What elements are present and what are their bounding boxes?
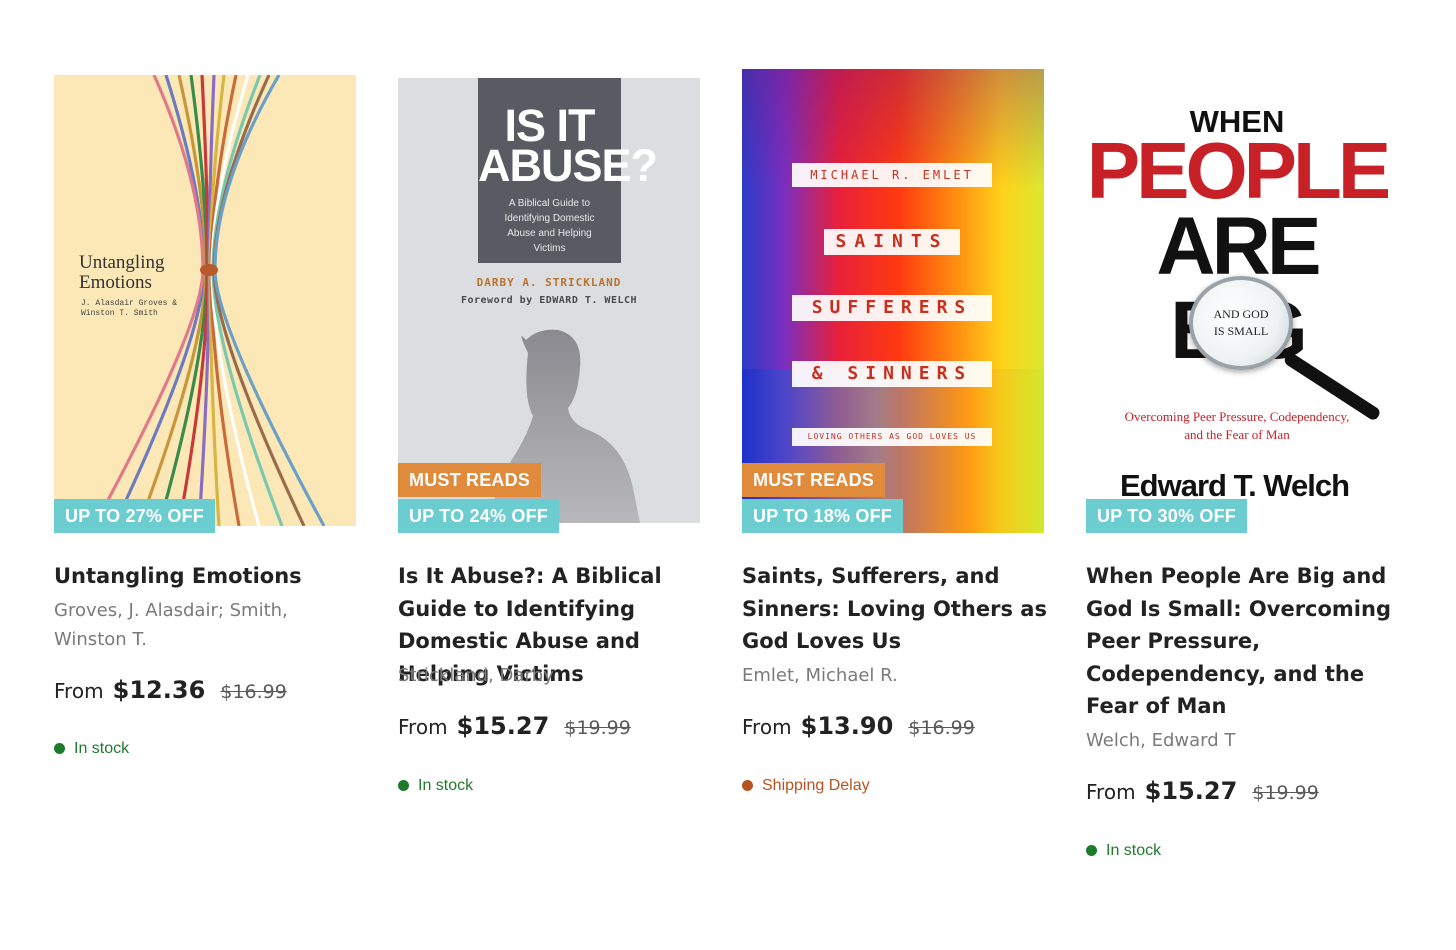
product-author: Emlet, Michael R. — [742, 665, 898, 686]
magnifying-glass-icon: AND GOD IS SMALL — [1189, 276, 1293, 370]
stock-status-label: In stock — [74, 740, 130, 757]
product-card[interactable]: IS IT ABUSE? A Biblical Guide to Identif… — [398, 0, 700, 794]
must-reads-badge: MUST READS — [398, 463, 542, 497]
price-from-label: From — [742, 715, 792, 739]
cover-tagline: Overcoming Peer Pressure, Codependency, … — [1124, 409, 1350, 442]
product-title-link[interactable]: Untangling Emotions — [54, 560, 364, 593]
sale-price: $12.36 — [112, 676, 206, 704]
price-from-label: From — [1086, 780, 1136, 804]
product-card[interactable]: WHEN PEOPLE ARE BIG AND GOD IS SMALL Ove… — [1086, 0, 1391, 859]
product-title-link[interactable]: Saints, Sufferers, and Sinners: Loving O… — [742, 560, 1052, 658]
sale-price: $15.27 — [456, 712, 550, 740]
status-dot-icon — [54, 743, 65, 754]
status-dot-icon — [742, 780, 753, 791]
cover-title-line: & SINNERS — [792, 361, 992, 387]
stock-status: In stock — [398, 777, 473, 795]
stock-status: Shipping Delay — [742, 777, 870, 795]
status-dot-icon — [1086, 845, 1097, 856]
product-title-link[interactable]: When People Are Big and God Is Small: Ov… — [1086, 560, 1396, 723]
cover-title-panel: IS IT ABUSE? A Biblical Guide to Identif… — [478, 78, 658, 263]
price-row: From $13.90 $16.99 — [742, 712, 1042, 740]
stock-status-label: Shipping Delay — [762, 777, 870, 794]
sale-price: $15.27 — [1144, 777, 1238, 805]
price-row: From $15.27 $19.99 — [1086, 777, 1386, 805]
stock-status: In stock — [1086, 842, 1161, 860]
product-author: Groves, J. Alasdair; Smith, Winston T. — [54, 600, 288, 650]
price-from-label: From — [54, 679, 104, 703]
cover-author: DARBY A. STRICKLAND — [476, 276, 622, 289]
cover-authors: J. Alasdair Groves & Winston T. Smith — [81, 299, 178, 318]
cover-author: MICHAEL R. EMLET — [792, 163, 992, 187]
product-grid: Untangling Emotions J. Alasdair Groves &… — [0, 0, 1456, 950]
original-price: $19.99 — [564, 717, 631, 739]
discount-badge: UP TO 27% OFF — [54, 499, 215, 533]
cover-lens-text: AND GOD IS SMALL — [1213, 307, 1269, 338]
stock-status: In stock — [54, 740, 129, 758]
sale-price: $13.90 — [800, 712, 894, 740]
product-card[interactable]: MICHAEL R. EMLET SAINTS SUFFERERS & SINN… — [742, 0, 1047, 794]
cover-foreword: Foreword by EDWARD T. WELCH — [460, 295, 638, 306]
product-cover-link[interactable]: MICHAEL R. EMLET SAINTS SUFFERERS & SINN… — [742, 0, 1044, 540]
discount-badge: UP TO 30% OFF — [1086, 499, 1247, 533]
price-row: From $12.36 $16.99 — [54, 676, 354, 704]
discount-badge: UP TO 18% OFF — [742, 499, 903, 533]
cover-title: IS IT ABUSE? — [478, 100, 658, 191]
original-price: $16.99 — [220, 681, 287, 703]
cover-subtitle: A Biblical Guide to Identifying Domestic… — [504, 198, 595, 254]
original-price: $19.99 — [1252, 782, 1319, 804]
cover-title-line: SUFFERERS — [792, 295, 992, 321]
book-cover-image[interactable]: Untangling Emotions J. Alasdair Groves &… — [54, 75, 356, 526]
product-author: Welch, Edward T — [1086, 730, 1236, 751]
book-cover-image[interactable]: IS IT ABUSE? A Biblical Guide to Identif… — [398, 78, 700, 523]
status-dot-icon — [398, 780, 409, 791]
book-cover-image[interactable]: WHEN PEOPLE ARE BIG AND GOD IS SMALL Ove… — [1086, 80, 1388, 532]
product-author: Strickland, Darby — [398, 665, 554, 686]
product-cover-link[interactable]: IS IT ABUSE? A Biblical Guide to Identif… — [398, 0, 700, 540]
must-reads-badge: MUST READS — [742, 463, 886, 497]
cover-tagline: LOVING OTHERS AS GOD LOVES US — [792, 428, 992, 446]
product-cover-link[interactable]: Untangling Emotions J. Alasdair Groves &… — [54, 0, 356, 540]
product-cover-link[interactable]: WHEN PEOPLE ARE BIG AND GOD IS SMALL Ove… — [1086, 0, 1388, 540]
cover-title-people: PEOPLE — [1086, 126, 1388, 215]
cover-title-line: SAINTS — [824, 229, 960, 255]
price-row: From $15.27 $19.99 — [398, 712, 698, 740]
discount-badge: UP TO 24% OFF — [398, 499, 559, 533]
stock-status-label: In stock — [418, 777, 474, 794]
price-from-label: From — [398, 715, 448, 739]
original-price: $16.99 — [908, 717, 975, 739]
product-card[interactable]: Untangling Emotions J. Alasdair Groves &… — [54, 0, 356, 757]
cover-title: Untangling Emotions — [79, 252, 165, 293]
stock-status-label: In stock — [1106, 842, 1162, 859]
